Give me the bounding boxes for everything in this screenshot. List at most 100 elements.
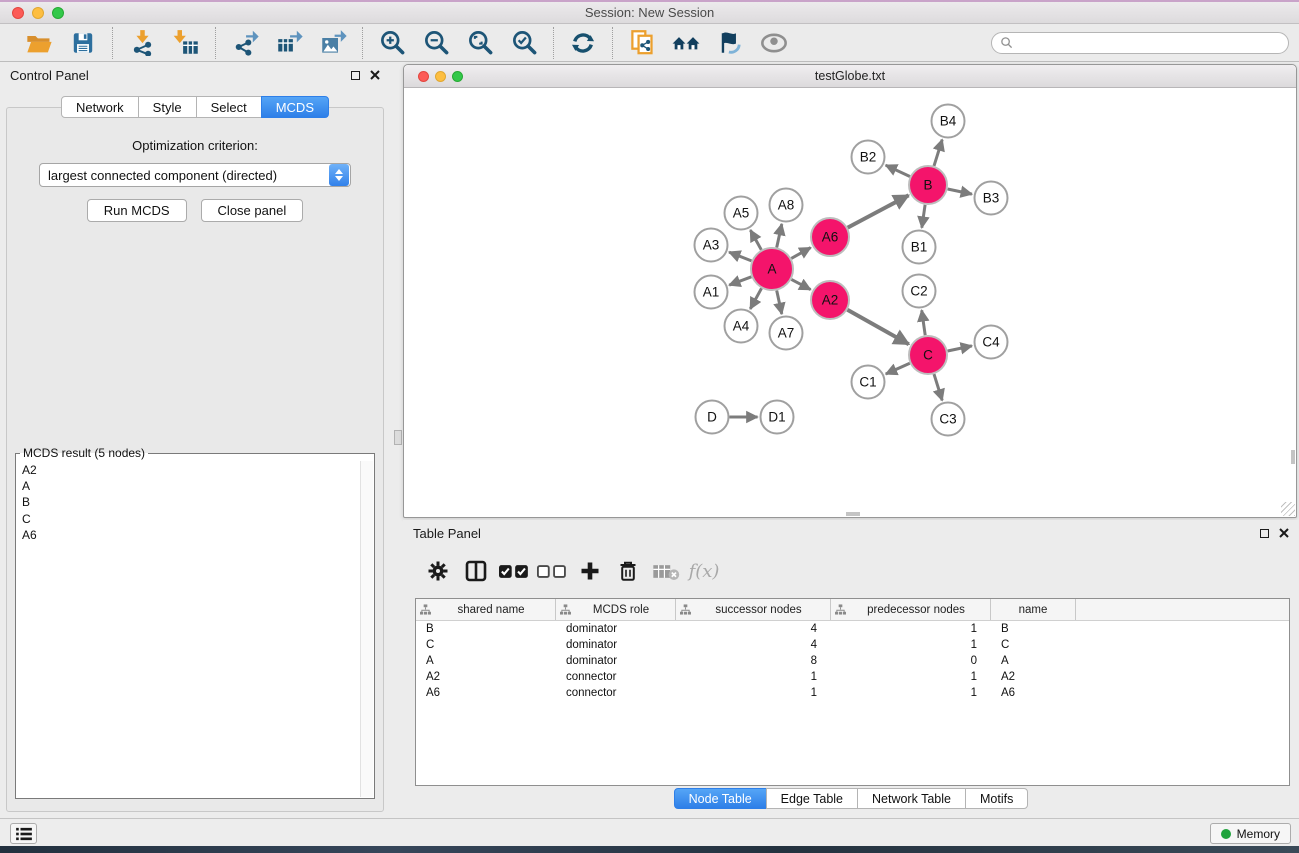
graph-edge-C-C4[interactable] — [948, 346, 972, 351]
graph-edge-A-A3[interactable] — [729, 252, 751, 261]
close-panel-icon[interactable] — [370, 70, 380, 80]
graph-node-B3[interactable]: B3 — [975, 182, 1008, 215]
network-vscroll-thumb[interactable] — [1291, 450, 1295, 464]
float-table-panel-icon[interactable] — [1260, 529, 1269, 538]
task-history-button[interactable] — [10, 823, 37, 844]
table-row[interactable]: Bdominator41B — [416, 621, 1289, 637]
graph-node-B1[interactable]: B1 — [903, 231, 936, 264]
graph-edge-C-C2[interactable] — [922, 310, 926, 335]
zoom-fit-button[interactable] — [461, 27, 499, 59]
graph-node-A1[interactable]: A1 — [695, 276, 728, 309]
result-list-scrollbar[interactable] — [360, 461, 373, 797]
import-table-button[interactable] — [167, 27, 205, 59]
deselect-all-button[interactable] — [535, 554, 569, 588]
graph-edge-B-B3[interactable] — [948, 189, 972, 194]
table-tab-motifs[interactable]: Motifs — [965, 788, 1028, 809]
table-tab-edge-table[interactable]: Edge Table — [766, 788, 858, 809]
close-panel-button[interactable]: Close panel — [201, 199, 304, 222]
graph-node-A3[interactable]: A3 — [695, 229, 728, 262]
network-window-titlebar[interactable]: testGlobe.txt — [404, 65, 1296, 88]
show-graphics-details-button[interactable] — [755, 27, 793, 59]
select-all-button[interactable] — [497, 554, 531, 588]
column-header-MCDS-role[interactable]: MCDS role — [556, 599, 676, 620]
table-row[interactable]: A2connector11A2 — [416, 669, 1289, 685]
mcds-result-list[interactable]: A2ABCA6 — [16, 460, 374, 543]
export-image-button[interactable] — [314, 27, 352, 59]
graph-node-C1[interactable]: C1 — [852, 366, 885, 399]
graph-node-D1[interactable]: D1 — [761, 401, 794, 434]
graph-node-C4[interactable]: C4 — [975, 326, 1008, 359]
table-row[interactable]: A6connector11A6 — [416, 685, 1289, 701]
graph-edge-C-C3[interactable] — [934, 374, 942, 400]
graph-edge-A-A8[interactable] — [777, 224, 782, 248]
zoom-out-button[interactable] — [417, 27, 455, 59]
graph-node-A[interactable]: A — [751, 248, 793, 290]
zoom-selected-button[interactable] — [505, 27, 543, 59]
tab-mcds[interactable]: MCDS — [261, 96, 329, 118]
zoom-in-button[interactable] — [373, 27, 411, 59]
export-network-button[interactable] — [226, 27, 264, 59]
graph-node-A5[interactable]: A5 — [725, 197, 758, 230]
graph-node-D[interactable]: D — [696, 401, 729, 434]
graph-edge-B-B1[interactable] — [922, 205, 925, 228]
table-row[interactable]: Cdominator41C — [416, 637, 1289, 653]
graph-node-B2[interactable]: B2 — [852, 141, 885, 174]
graph-edge-A-A1[interactable] — [729, 277, 751, 285]
table-tab-node-table[interactable]: Node Table — [674, 788, 767, 809]
mcds-result-item[interactable]: A6 — [22, 527, 374, 543]
mcds-result-item[interactable]: A — [22, 478, 374, 494]
table-tab-network-table[interactable]: Network Table — [857, 788, 966, 809]
open-session-button[interactable] — [20, 27, 58, 59]
search-input[interactable] — [1018, 36, 1280, 50]
save-session-button[interactable] — [64, 27, 102, 59]
graph-edge-A-A2[interactable] — [791, 279, 810, 289]
optimization-criterion-select[interactable]: largest connected component (directed) — [39, 163, 351, 187]
table-row[interactable]: Adominator80A — [416, 653, 1289, 669]
graph-node-A7[interactable]: A7 — [770, 317, 803, 350]
graph-edge-A6-B[interactable] — [848, 195, 909, 227]
float-panel-icon[interactable] — [351, 71, 360, 80]
window-resize-grip[interactable] — [1281, 502, 1295, 516]
graph-edge-A2-C[interactable] — [847, 310, 908, 344]
column-settings-button[interactable] — [421, 554, 455, 588]
graph-node-C[interactable]: C — [909, 336, 947, 374]
column-header-predecessor-nodes[interactable]: predecessor nodes — [831, 599, 991, 620]
column-header-shared-name[interactable]: shared name — [416, 599, 556, 620]
graph-edge-A-A4[interactable] — [750, 288, 761, 309]
graph-edge-C-C1[interactable] — [886, 363, 910, 374]
network-canvas[interactable]: B4B2BB3A8A5A6B1A3AA1C2A2A4A7C4CC1C3DD1 — [404, 88, 1296, 517]
tab-select[interactable]: Select — [196, 96, 262, 118]
tab-style[interactable]: Style — [138, 96, 197, 118]
refresh-layout-button[interactable] — [564, 27, 602, 59]
graph-node-C3[interactable]: C3 — [932, 403, 965, 436]
hide-annotations-button[interactable] — [711, 27, 749, 59]
tab-network[interactable]: Network — [61, 96, 139, 118]
graph-node-A6[interactable]: A6 — [811, 218, 849, 256]
mcds-result-item[interactable]: C — [22, 511, 374, 527]
column-header-name[interactable]: name — [991, 599, 1076, 620]
run-mcds-button[interactable]: Run MCDS — [87, 199, 187, 222]
graph-edge-B-B4[interactable] — [934, 140, 942, 166]
panel-splitter-handle[interactable] — [394, 430, 402, 445]
mcds-result-item[interactable]: A2 — [22, 462, 374, 478]
graph-edge-B-B2[interactable] — [886, 165, 910, 176]
column-header-successor-nodes[interactable]: successor nodes — [676, 599, 831, 620]
graph-node-C2[interactable]: C2 — [903, 275, 936, 308]
graph-edge-A-A5[interactable] — [750, 230, 761, 250]
import-network-button[interactable] — [123, 27, 161, 59]
graph-node-A2[interactable]: A2 — [811, 281, 849, 319]
split-view-button[interactable] — [459, 554, 493, 588]
delete-column-button[interactable] — [611, 554, 645, 588]
graph-node-A4[interactable]: A4 — [725, 310, 758, 343]
graph-node-B[interactable]: B — [909, 166, 947, 204]
first-neighbors-button[interactable] — [667, 27, 705, 59]
graph-edge-A-A6[interactable] — [791, 248, 810, 259]
graph-edge-A-A7[interactable] — [777, 291, 782, 315]
export-table-button[interactable] — [270, 27, 308, 59]
add-column-button[interactable] — [573, 554, 607, 588]
mcds-result-item[interactable]: B — [22, 494, 374, 510]
duplicate-network-button[interactable] — [623, 27, 661, 59]
memory-button[interactable]: Memory — [1210, 823, 1291, 844]
network-hscroll-thumb[interactable] — [846, 512, 860, 516]
graph-node-B4[interactable]: B4 — [932, 105, 965, 138]
